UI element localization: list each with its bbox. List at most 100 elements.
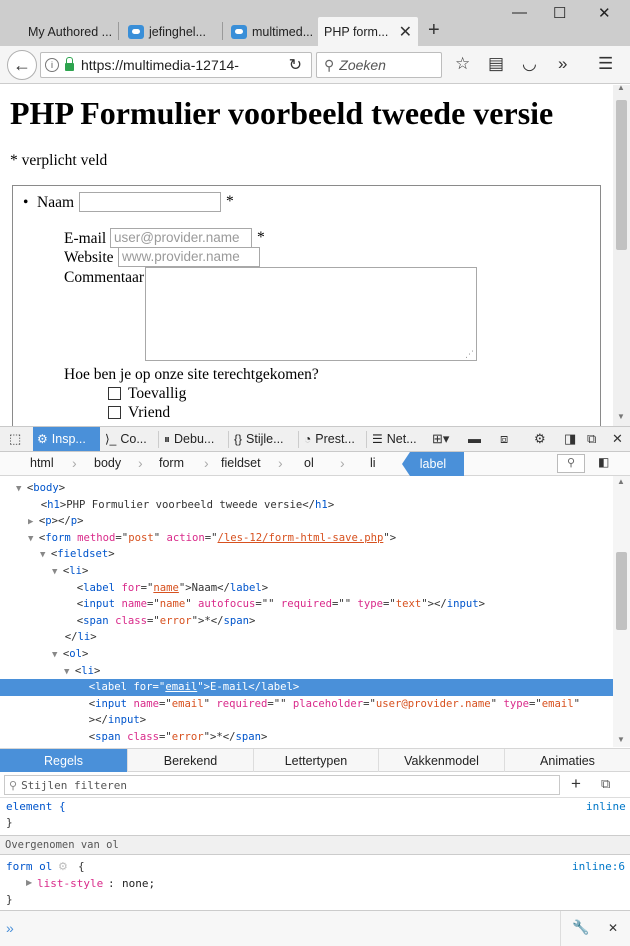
markup-line[interactable]: ▼ <form method="post" action="/les-12/fo… bbox=[0, 530, 613, 547]
list-style-property[interactable]: list-style bbox=[37, 877, 103, 890]
email-input[interactable]: user@provider.name bbox=[110, 228, 252, 248]
tab-my-authored[interactable]: My Authored ... bbox=[22, 17, 117, 46]
scroll-up-arrow-icon[interactable]: ▲ bbox=[617, 477, 625, 486]
breadcrumb-li[interactable]: li bbox=[370, 456, 376, 470]
close-devtools-icon[interactable]: ✕ bbox=[612, 431, 623, 447]
markup-line[interactable]: ▼ <body> bbox=[0, 480, 613, 497]
breadcrumb-ol[interactable]: ol bbox=[304, 456, 314, 470]
markup-line[interactable]: <span class="error">*</span> bbox=[0, 729, 613, 746]
scroll-up-arrow-icon[interactable]: ▲ bbox=[617, 83, 625, 92]
markup-line[interactable]: ▼ <li> bbox=[0, 563, 613, 580]
frame-select-icon[interactable]: ⊞▾ bbox=[432, 431, 449, 447]
checkbox-vriend[interactable] bbox=[108, 406, 121, 419]
maximize-button[interactable]: ☐ bbox=[553, 4, 566, 22]
style-filter-input[interactable]: ⚲ Stijlen filteren bbox=[4, 775, 560, 795]
collapse-triangle-icon[interactable]: ▼ bbox=[28, 534, 39, 544]
markup-line[interactable]: <input name="email" required="" placehol… bbox=[0, 696, 613, 713]
new-tab-button[interactable]: + bbox=[428, 19, 440, 42]
markup-line[interactable]: </li> bbox=[0, 629, 613, 646]
scroll-down-arrow-icon[interactable]: ▼ bbox=[617, 412, 625, 421]
toggle-sidebar-icon[interactable]: ◧ bbox=[598, 455, 609, 469]
gear-icon[interactable]: ⚙ bbox=[58, 860, 68, 873]
settings-gear-icon[interactable]: ⚙ bbox=[534, 431, 546, 447]
markup-line[interactable]: <h1>PHP Formulier voorbeeld tweede versi… bbox=[0, 497, 613, 514]
scroll-down-arrow-icon[interactable]: ▼ bbox=[617, 735, 625, 744]
search-html-icon[interactable]: ⚲ bbox=[557, 454, 585, 473]
tab-computed[interactable]: Berekend bbox=[128, 749, 254, 772]
markup-line[interactable]: </li> bbox=[0, 746, 613, 747]
markup-line[interactable]: ▼ <li> bbox=[0, 663, 613, 680]
pocket-icon[interactable]: ◡ bbox=[522, 54, 537, 74]
form-ol-rule-source[interactable]: inline:6 bbox=[572, 860, 625, 873]
expand-triangle-icon[interactable]: ▶ bbox=[28, 517, 39, 527]
page-scrollbar[interactable]: ▲ ▼ bbox=[613, 83, 630, 426]
markup-line[interactable]: ▼ <fieldset> bbox=[0, 546, 613, 563]
expand-triangle-icon[interactable]: ▶ bbox=[26, 878, 32, 887]
markup-line[interactable]: <input name="name" autofocus="" required… bbox=[0, 596, 613, 613]
markup-line[interactable]: ▼ <ol> bbox=[0, 646, 613, 663]
screenshot-icon[interactable]: ⧈ bbox=[500, 431, 508, 447]
markup-scrollbar-thumb[interactable] bbox=[616, 552, 627, 630]
tab-box-model[interactable]: Vakkenmodel bbox=[379, 749, 505, 772]
tab-rules[interactable]: Regels bbox=[0, 749, 128, 772]
bookmark-star-icon[interactable]: ☆ bbox=[455, 54, 470, 74]
website-input[interactable]: www.provider.name bbox=[118, 247, 260, 267]
comment-textarea[interactable]: ⋰ bbox=[145, 267, 477, 361]
markup-scrollbar[interactable]: ▲ ▼ bbox=[613, 476, 630, 747]
name-input[interactable] bbox=[79, 192, 221, 212]
checkbox-toevallig[interactable] bbox=[108, 387, 121, 400]
tab-performance[interactable]: ◔ Prest... bbox=[300, 427, 366, 451]
markup-line[interactable]: ></input> bbox=[0, 712, 613, 729]
wrench-icon[interactable]: 🔧 bbox=[572, 919, 589, 936]
toggle-pseudo-classes-icon[interactable]: ⧉ bbox=[601, 776, 610, 792]
breadcrumb-fieldset[interactable]: fieldset bbox=[221, 456, 261, 470]
tab-animations[interactable]: Animaties bbox=[505, 749, 630, 772]
tab-debugger[interactable]: ⏸ Debu... bbox=[160, 427, 228, 451]
tab-jefinghel[interactable]: jefinghel... bbox=[122, 17, 222, 46]
markup-line[interactable]: ▶ <p></p> bbox=[0, 513, 613, 530]
element-rule-selector[interactable]: element { bbox=[6, 800, 66, 813]
close-window-button[interactable]: ✕ bbox=[598, 4, 611, 22]
collapse-triangle-icon[interactable]: ▼ bbox=[40, 550, 51, 560]
breadcrumb-body[interactable]: body bbox=[94, 456, 121, 470]
add-rule-button[interactable]: + bbox=[571, 774, 581, 794]
tab-fonts[interactable]: Lettertypen bbox=[254, 749, 379, 772]
list-style-value[interactable]: none; bbox=[122, 877, 155, 890]
collapse-triangle-icon[interactable]: ▼ bbox=[64, 667, 75, 677]
resize-grip-icon[interactable]: ⋰ bbox=[465, 350, 474, 360]
search-input[interactable]: ⚲ Zoeken bbox=[316, 52, 442, 78]
close-tab-icon[interactable]: ✕ bbox=[399, 22, 412, 42]
markup-line[interactable]: <label for="name">Naam</label> bbox=[0, 580, 613, 597]
breadcrumb-form[interactable]: form bbox=[159, 456, 184, 470]
dock-side-icon[interactable]: ◨ bbox=[564, 431, 576, 447]
tab-php-form-active[interactable]: PHP form... ✕ bbox=[318, 17, 418, 46]
menu-icon[interactable]: ☰ bbox=[598, 54, 613, 74]
tab-multimed[interactable]: multimed... bbox=[225, 17, 317, 46]
tab-network[interactable]: ☰ Net... bbox=[368, 427, 426, 451]
collapse-triangle-icon[interactable]: ▼ bbox=[16, 484, 27, 494]
info-icon[interactable]: i bbox=[45, 58, 59, 72]
reload-icon[interactable]: ↻ bbox=[289, 55, 302, 75]
form-ol-selector[interactable]: form ol bbox=[6, 860, 52, 873]
collapse-triangle-icon[interactable]: ▼ bbox=[52, 650, 63, 660]
markup-line[interactable]: <span class="error">*</span> bbox=[0, 613, 613, 630]
element-rule-source[interactable]: inline bbox=[586, 800, 626, 813]
breadcrumb-html[interactable]: html bbox=[30, 456, 54, 470]
close-console-icon[interactable]: ✕ bbox=[608, 921, 618, 935]
console-input-bar[interactable]: » 🔧 ✕ bbox=[0, 910, 630, 946]
markup-line-selected[interactable]: <label for="email">E-mail</label> bbox=[0, 679, 613, 696]
tab-console[interactable]: ⟩_ Co... bbox=[101, 427, 158, 451]
tab-style-editor[interactable]: {} Stijle... bbox=[230, 427, 298, 451]
url-bar[interactable]: i https://multimedia-12714- ↻ bbox=[40, 52, 312, 78]
markup-tree[interactable]: ▼ <body> <h1>PHP Formulier voorbeeld twe… bbox=[0, 476, 613, 747]
back-button[interactable]: ← bbox=[7, 50, 37, 80]
reading-list-icon[interactable]: ▤ bbox=[488, 54, 504, 74]
responsive-mode-icon[interactable]: ▬ bbox=[468, 431, 481, 446]
element-picker-icon[interactable]: ⬚ bbox=[9, 431, 21, 447]
minimize-button[interactable]: — bbox=[512, 4, 527, 21]
page-scrollbar-thumb[interactable] bbox=[616, 100, 627, 250]
tab-inspector[interactable]: ⚙ Insp... bbox=[33, 427, 100, 451]
overflow-chevron-icon[interactable]: » bbox=[558, 54, 567, 74]
breadcrumb-label[interactable]: label bbox=[402, 452, 464, 476]
collapse-triangle-icon[interactable]: ▼ bbox=[52, 567, 63, 577]
